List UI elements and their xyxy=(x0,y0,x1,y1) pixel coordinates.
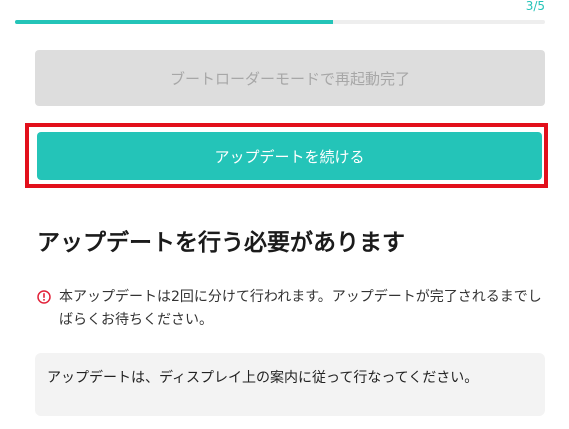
info-text: アップデートは、ディスプレイ上の案内に従って行なってください。 xyxy=(47,370,479,386)
step-counter: 3/5 xyxy=(525,0,545,13)
page-title: アップデートを行う必要があります xyxy=(37,230,405,256)
continue-update-button[interactable]: アップデートを続ける xyxy=(37,132,542,180)
notice-message: 本アップデートは2回に分けて行われます。アップデートが完了されるまでしばらくお待… xyxy=(37,286,542,332)
notice-text: 本アップデートは2回に分けて行われます。アップデートが完了されるまでしばらくお待… xyxy=(59,289,542,328)
update-page: 3/5 ブートローダーモードで再起動完了 アップデートを続ける アップデートを行… xyxy=(0,0,569,429)
highlight-frame: アップデートを続ける xyxy=(25,123,548,188)
info-box: アップデートは、ディスプレイ上の案内に従って行なってください。 xyxy=(35,353,545,416)
info-circle-icon xyxy=(37,290,51,304)
progress-bar-fill xyxy=(15,20,333,24)
reboot-complete-button[interactable]: ブートローダーモードで再起動完了 xyxy=(35,50,545,106)
progress-bar xyxy=(15,20,545,24)
